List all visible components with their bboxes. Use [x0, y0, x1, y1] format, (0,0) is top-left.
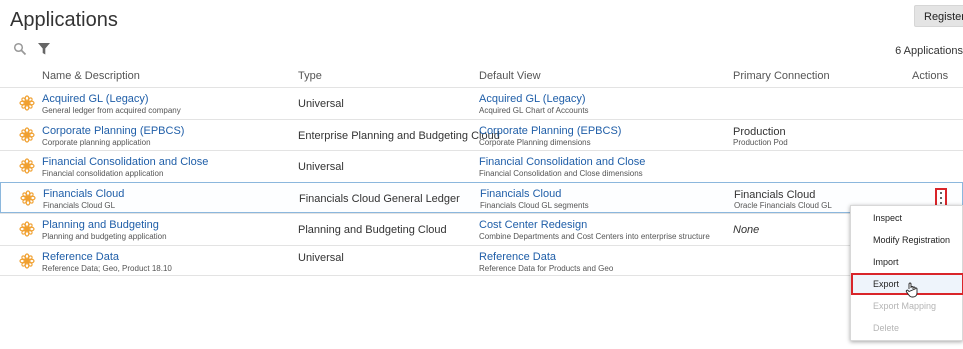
- table-row[interactable]: Planning and Budgeting Planning and budg…: [0, 213, 963, 245]
- application-type: Universal: [298, 161, 344, 173]
- table-row[interactable]: Financial Consolidation and Close Financ…: [0, 150, 963, 182]
- application-description: Corporate planning application: [42, 137, 151, 147]
- application-description: Financials Cloud GL: [43, 200, 116, 210]
- default-view-link[interactable]: Reference Data: [479, 251, 556, 263]
- application-name-link[interactable]: Corporate Planning (EPBCS): [42, 125, 184, 137]
- primary-connection: Production: [733, 125, 786, 138]
- primary-connection-description: Oracle Financials Cloud GL: [734, 200, 832, 210]
- applications-table: Acquired GL (Legacy) General ledger from…: [0, 87, 963, 276]
- application-name-link[interactable]: Financials Cloud: [43, 188, 124, 200]
- column-header-type[interactable]: Type: [298, 70, 322, 82]
- column-header-name[interactable]: Name & Description: [42, 70, 140, 82]
- default-view-description: Combine Departments and Cost Centers int…: [479, 232, 710, 241]
- application-flower-icon: [19, 252, 35, 269]
- hand-pointer-icon: [905, 282, 918, 298]
- menu-item-import[interactable]: Import: [851, 251, 963, 273]
- table-row[interactable]: Corporate Planning (EPBCS) Corporate pla…: [0, 118, 963, 151]
- menu-item-inspect[interactable]: Inspect: [851, 207, 963, 229]
- register-button[interactable]: Register: [914, 5, 963, 27]
- default-view-link[interactable]: Acquired GL (Legacy): [479, 93, 586, 105]
- actions-menu: Inspect Modify Registration Import Expor…: [850, 205, 963, 341]
- application-flower-icon: [19, 221, 35, 237]
- application-name-link[interactable]: Acquired GL (Legacy): [42, 93, 149, 105]
- table-header: Name & Description Type Default View Pri…: [0, 67, 963, 85]
- application-name-link[interactable]: Planning and Budgeting: [42, 219, 159, 231]
- application-type: Universal: [298, 98, 344, 110]
- application-flower-icon: [19, 158, 35, 174]
- default-view-link[interactable]: Cost Center Redesign: [479, 219, 587, 231]
- search-icon[interactable]: [13, 42, 27, 56]
- application-type: Enterprise Planning and Budgeting Cloud: [298, 129, 500, 142]
- application-flower-icon: [20, 189, 36, 206]
- default-view-description: Corporate Planning dimensions: [479, 137, 591, 147]
- application-description: Planning and budgeting application: [42, 232, 167, 241]
- default-view-description: Financial Consolidation and Close dimens…: [479, 169, 643, 178]
- primary-connection: None: [733, 224, 760, 236]
- default-view-description: Reference Data for Products and Geo: [479, 263, 614, 273]
- application-type: Financials Cloud General Ledger: [299, 192, 460, 205]
- table-row[interactable]: Acquired GL (Legacy) General ledger from…: [0, 87, 963, 119]
- application-type: Planning and Budgeting Cloud: [298, 224, 447, 236]
- application-name-link[interactable]: Financial Consolidation and Close: [42, 156, 208, 168]
- application-description: General ledger from acquired company: [42, 106, 181, 115]
- menu-item-modify-registration[interactable]: Modify Registration: [851, 229, 963, 251]
- default-view-link[interactable]: Financial Consolidation and Close: [479, 156, 645, 168]
- default-view-description: Acquired GL Chart of Accounts: [479, 106, 589, 115]
- primary-connection: Financials Cloud: [734, 188, 816, 201]
- menu-item-export-mapping: Export Mapping: [873, 301, 937, 311]
- page-title: Applications: [10, 9, 118, 31]
- default-view-link[interactable]: Corporate Planning (EPBCS): [479, 125, 621, 137]
- application-flower-icon: [19, 95, 35, 111]
- column-header-actions: Actions: [912, 70, 949, 82]
- application-description: Reference Data; Geo, Product 18.10: [42, 263, 172, 273]
- primary-connection-description: Production Pod: [733, 137, 788, 147]
- menu-item-delete: Delete: [873, 323, 900, 333]
- vertical-ellipsis-icon[interactable]: [935, 187, 947, 207]
- application-type: Universal: [298, 251, 344, 264]
- application-description: Financial consolidation application: [42, 169, 164, 178]
- application-name-link[interactable]: Reference Data: [42, 251, 119, 263]
- table-row-selected[interactable]: Financials Cloud Financials Cloud GL Fin…: [0, 181, 963, 213]
- default-view-link[interactable]: Financials Cloud: [480, 188, 561, 200]
- application-flower-icon: [19, 126, 35, 143]
- column-header-connection[interactable]: Primary Connection: [733, 70, 830, 82]
- default-view-description: Financials Cloud GL segments: [480, 200, 589, 210]
- column-header-default-view[interactable]: Default View: [479, 70, 541, 82]
- application-count: 6 Applications: [895, 45, 963, 57]
- table-row[interactable]: Reference Data Reference Data; Geo, Prod…: [0, 244, 963, 276]
- filter-icon[interactable]: [37, 42, 51, 56]
